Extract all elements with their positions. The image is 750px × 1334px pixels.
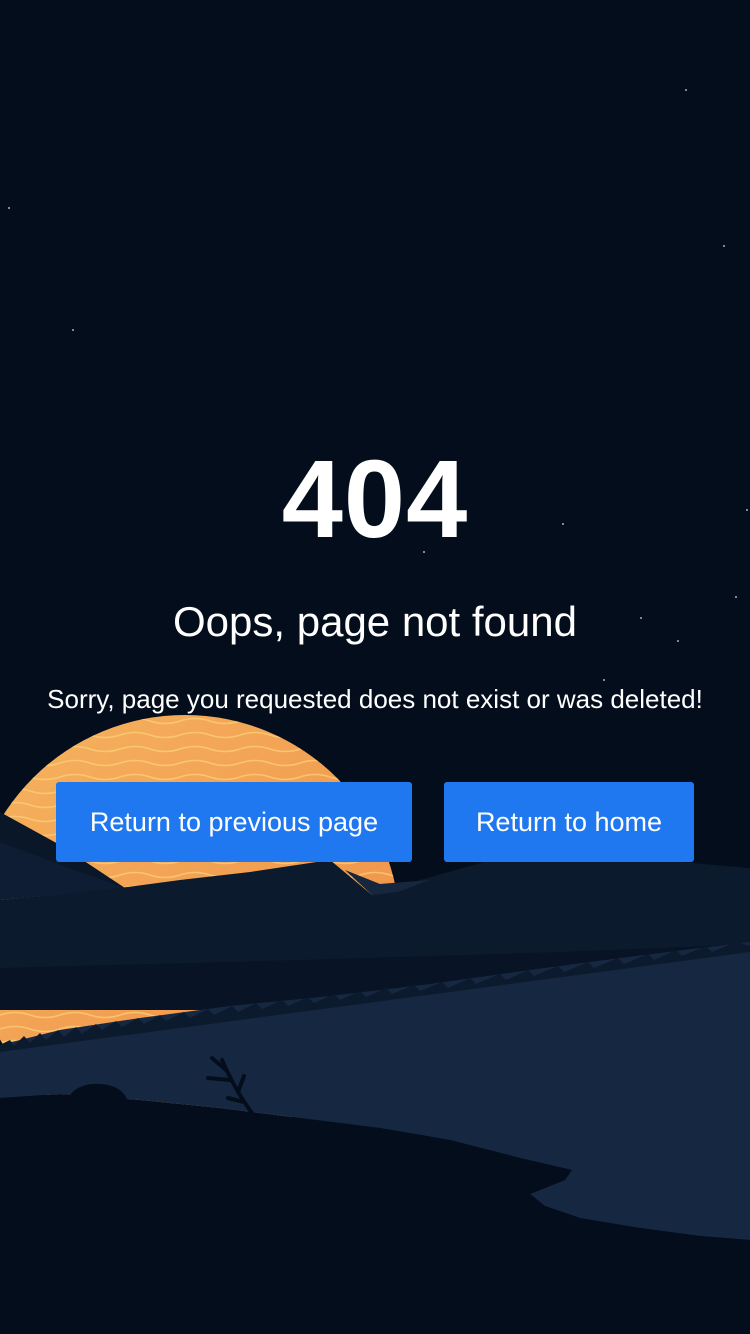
error-message: Sorry, page you requested does not exist… (47, 684, 703, 714)
return-home-button[interactable]: Return to home (444, 782, 694, 862)
stars (8, 89, 748, 681)
error-screen: 404 Oops, page not found Sorry, page you… (0, 0, 750, 1334)
night-landscape-illustration (0, 89, 750, 1334)
error-code: 404 (281, 438, 469, 561)
return-previous-page-button[interactable]: Return to previous page (56, 782, 412, 862)
error-title: Oops, page not found (173, 598, 577, 645)
